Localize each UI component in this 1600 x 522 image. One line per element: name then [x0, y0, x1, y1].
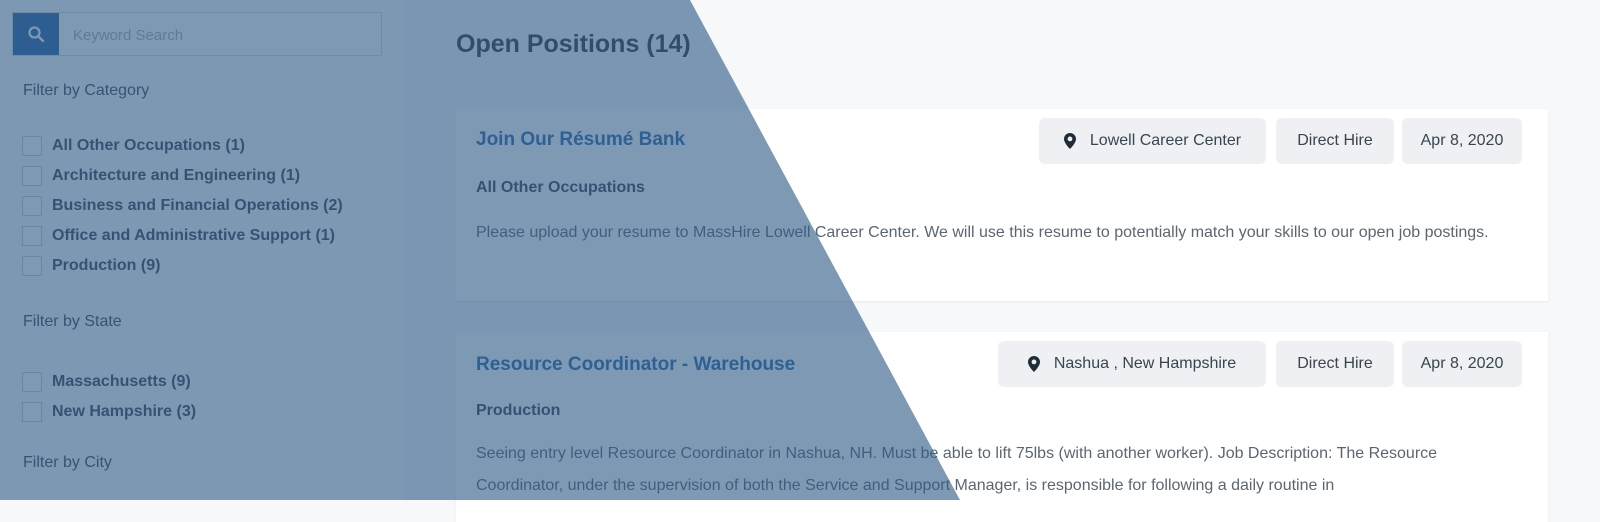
checkbox[interactable]	[22, 136, 42, 156]
job-description: Seeing entry level Resource Coordinator …	[476, 445, 1438, 494]
job-category: Production	[476, 402, 561, 419]
filter-category-heading: Filter by Category	[23, 82, 150, 99]
category-filter-item[interactable]: Production (9)	[22, 251, 343, 281]
location-badge: Nashua , New Hampshire	[998, 341, 1266, 387]
category-filter-item[interactable]: Business and Financial Operations (2)	[22, 191, 343, 221]
category-filter-list: All Other Occupations (1) Architecture a…	[22, 131, 343, 281]
job-title-link[interactable]: Join Our Résumé Bank	[476, 129, 685, 151]
location-text: Lowell Career Center	[1089, 132, 1242, 149]
job-card: Resource Coordinator - Warehouse Nashua …	[456, 332, 1548, 522]
filter-label: Architecture and Engineering (1)	[52, 167, 301, 184]
location-text: Nashua , New Hampshire	[1053, 355, 1237, 372]
checkbox[interactable]	[22, 226, 42, 246]
job-type-badge: Direct Hire	[1276, 118, 1394, 164]
filter-state-heading: Filter by State	[23, 313, 122, 330]
category-filter-item[interactable]: Architecture and Engineering (1)	[22, 161, 343, 191]
checkbox[interactable]	[22, 196, 42, 216]
keyword-search-input[interactable]	[71, 23, 375, 47]
map-pin-icon	[1027, 356, 1040, 372]
job-board-page: Filter by Category All Other Occupations…	[0, 0, 1600, 522]
state-filter-item[interactable]: New Hampshire (3)	[22, 397, 196, 427]
filter-label: New Hampshire (3)	[52, 403, 197, 420]
checkbox[interactable]	[22, 372, 42, 392]
job-card: Join Our Résumé Bank Lowell Career Cente…	[456, 109, 1548, 301]
checkbox[interactable]	[22, 402, 42, 422]
state-filter-list: Massachusetts (9) New Hampshire (3)	[22, 367, 196, 427]
date-badge: Apr 8, 2020	[1402, 341, 1522, 387]
job-description: Please upload your resume to MassHire Lo…	[476, 224, 1489, 241]
category-filter-item[interactable]: Office and Administrative Support (1)	[22, 221, 343, 251]
state-filter-item[interactable]: Massachusetts (9)	[22, 367, 196, 397]
filter-label: Massachusetts (9)	[52, 373, 191, 390]
date-badge: Apr 8, 2020	[1402, 118, 1522, 164]
page-title: Open Positions (14)	[456, 30, 691, 58]
job-title-link[interactable]: Resource Coordinator - Warehouse	[476, 354, 795, 376]
filter-label: All Other Occupations (1)	[52, 137, 245, 154]
category-filter-item[interactable]: All Other Occupations (1)	[22, 131, 343, 161]
filter-city-heading: Filter by City	[23, 454, 112, 471]
filter-label: Production (9)	[52, 257, 161, 274]
search-icon	[28, 26, 45, 43]
search-button[interactable]	[13, 13, 59, 55]
filter-sidebar: Filter by Category All Other Occupations…	[0, 0, 404, 500]
job-type-badge: Direct Hire	[1276, 341, 1394, 387]
location-badge: Lowell Career Center	[1039, 118, 1266, 164]
filter-label: Business and Financial Operations (2)	[52, 197, 343, 214]
map-pin-icon	[1063, 133, 1076, 149]
job-category: All Other Occupations	[476, 179, 645, 196]
filter-label: Office and Administrative Support (1)	[52, 227, 335, 244]
checkbox[interactable]	[22, 166, 42, 186]
checkbox[interactable]	[22, 256, 42, 276]
search-bar	[12, 12, 382, 56]
